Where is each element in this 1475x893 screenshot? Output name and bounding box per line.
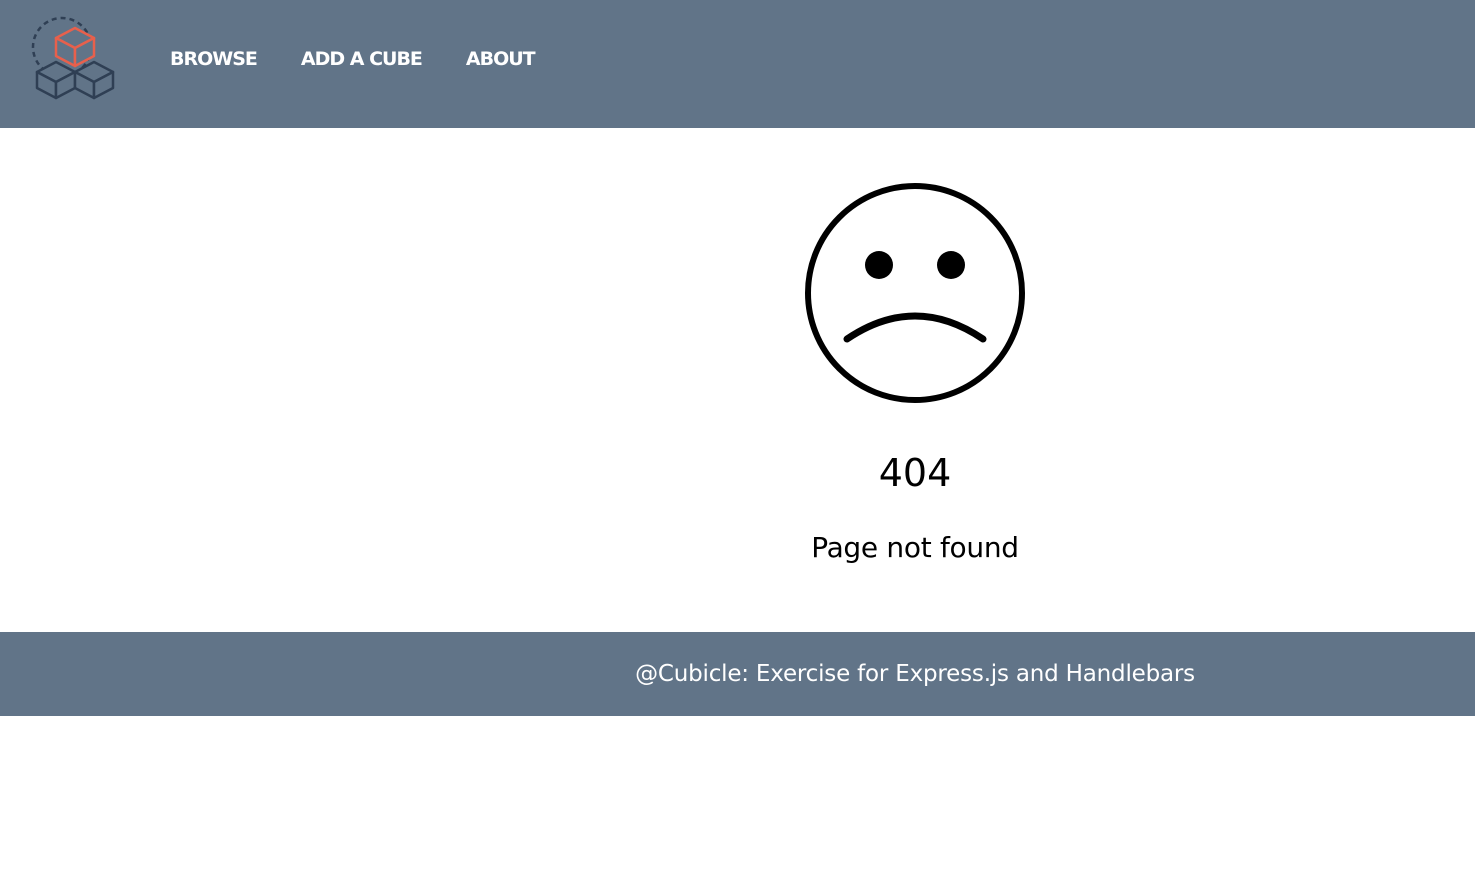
nav-about-link[interactable]: ABOUT <box>466 44 536 74</box>
error-content: 404 Page not found <box>0 128 1475 632</box>
nav-add-cube-link[interactable]: ADD A CUBE <box>301 44 423 74</box>
main-nav: BROWSE ADD A CUBE ABOUT <box>170 44 579 74</box>
nav-browse-link[interactable]: BROWSE <box>170 44 258 74</box>
sad-face-icon <box>803 181 1027 405</box>
cubes-logo-icon[interactable] <box>30 10 120 102</box>
footer-text: @Cubicle: Exercise for Express.js and Ha… <box>635 661 1195 687</box>
site-footer: @Cubicle: Exercise for Express.js and Ha… <box>0 632 1475 716</box>
error-code: 404 <box>878 451 952 495</box>
error-message: Page not found <box>811 531 1019 564</box>
site-header: BROWSE ADD A CUBE ABOUT <box>0 0 1475 128</box>
